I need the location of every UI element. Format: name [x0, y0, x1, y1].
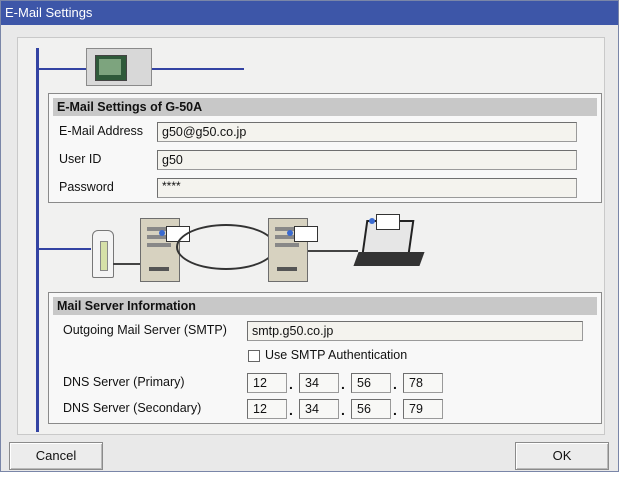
email-settings-title: E-Mail Settings of G-50A — [53, 98, 597, 116]
smtp-label: Outgoing Mail Server (SMTP) — [63, 323, 227, 337]
connector-line — [36, 248, 91, 250]
user-id-field[interactable]: g50 — [157, 150, 577, 170]
password-field[interactable]: **** — [157, 178, 577, 198]
modem-icon — [92, 230, 114, 278]
mail-server-group: Mail Server Information Outgoing Mail Se… — [48, 292, 602, 424]
laptop-mail-icon — [353, 214, 426, 270]
dns-secondary-octet-1[interactable]: 12 — [247, 399, 287, 419]
ip-dot: . — [393, 376, 397, 392]
connector-line — [152, 68, 244, 70]
content-panel: E-Mail Settings of G-50A E-Mail Address … — [17, 37, 605, 435]
network-cloud — [176, 224, 276, 270]
dns-primary-octet-3[interactable]: 56 — [351, 373, 391, 393]
email-address-label: E-Mail Address — [59, 124, 144, 138]
dns-primary-label: DNS Server (Primary) — [63, 375, 185, 389]
connector-line — [36, 48, 39, 432]
ok-button[interactable]: OK — [515, 442, 609, 470]
window-title: E-Mail Settings — [1, 1, 618, 25]
connector-line — [308, 250, 358, 252]
smtp-auth-checkbox[interactable] — [248, 350, 260, 362]
dns-secondary-octet-2[interactable]: 34 — [299, 399, 339, 419]
ip-dot: . — [393, 402, 397, 418]
dns-primary-octet-1[interactable]: 12 — [247, 373, 287, 393]
mail-server-title: Mail Server Information — [53, 297, 597, 315]
dns-primary-octet-2[interactable]: 34 — [299, 373, 339, 393]
email-settings-group: E-Mail Settings of G-50A E-Mail Address … — [48, 93, 602, 203]
cancel-button[interactable]: Cancel — [9, 442, 103, 470]
password-label: Password — [59, 180, 114, 194]
email-address-field[interactable]: g50@g50.co.jp — [157, 122, 577, 142]
connector-line — [113, 263, 141, 265]
user-id-label: User ID — [59, 152, 102, 166]
controller-device-icon — [86, 48, 152, 86]
dns-secondary-octet-3[interactable]: 56 — [351, 399, 391, 419]
ip-dot: . — [289, 402, 293, 418]
dns-secondary-octet-4[interactable]: 79 — [403, 399, 443, 419]
dns-primary-octet-4[interactable]: 78 — [403, 373, 443, 393]
ip-dot: . — [289, 376, 293, 392]
dns-secondary-label: DNS Server (Secondary) — [63, 401, 202, 415]
ip-dot: . — [341, 376, 345, 392]
email-settings-window: E-Mail Settings E-Mail Settings of G-50A… — [0, 0, 619, 472]
mail-envelope-icon — [287, 226, 318, 242]
ip-dot: . — [341, 402, 345, 418]
smtp-auth-label: Use SMTP Authentication — [265, 348, 408, 362]
connector-line — [36, 68, 86, 70]
smtp-field[interactable]: smtp.g50.co.jp — [247, 321, 583, 341]
